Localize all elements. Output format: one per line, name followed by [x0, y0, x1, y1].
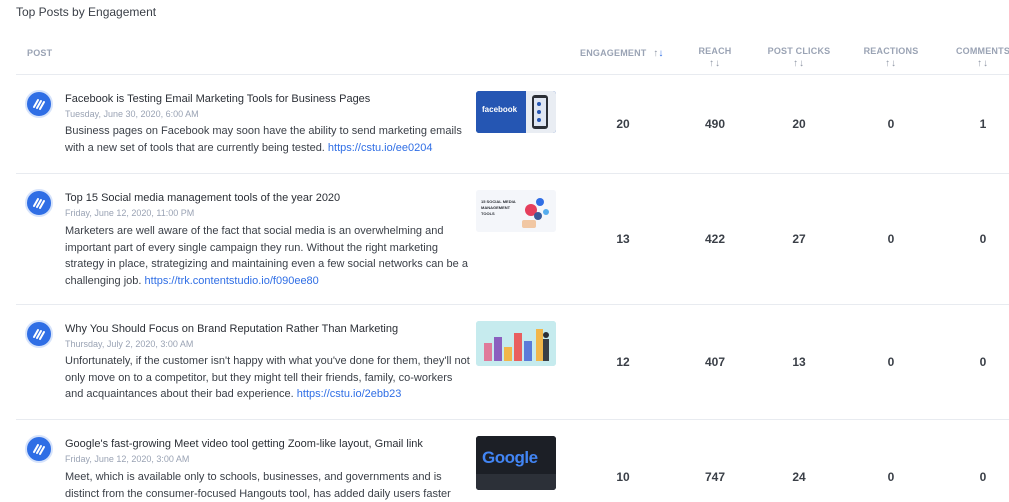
reactions-value: 0 [887, 355, 895, 369]
reach-value: 407 [704, 355, 726, 369]
column-header-comments[interactable]: COMMENTS ↑↓ [954, 46, 1009, 69]
post-title[interactable]: Google's fast-growing Meet video tool ge… [65, 438, 423, 450]
table-row[interactable]: Top 15 Social media management tools of … [0, 174, 1009, 304]
post-thumbnail[interactable] [476, 321, 556, 366]
column-header-reactions[interactable]: REACTIONS ↑↓ [862, 46, 920, 69]
post-thumbnail[interactable]: Google [476, 436, 556, 490]
post-clicks-value: 20 [792, 117, 806, 131]
post-link[interactable]: https://trk.contentstudio.io/f090ee80 [145, 275, 319, 287]
comments-value: 1 [979, 117, 987, 131]
column-header-engagement[interactable]: ENGAGEMENT ↑↓ [580, 48, 664, 59]
engagement-value: 20 [616, 117, 630, 131]
post-body-text: Unfortunately, if the customer isn't hap… [65, 355, 470, 400]
reach-value: 747 [704, 470, 726, 484]
engagement-value: 12 [616, 355, 630, 369]
contentstudio-logo-icon [25, 90, 53, 118]
post-thumbnail[interactable]: 15 SOCIAL MEDIA MANAGEMENT TOOLS [476, 190, 556, 232]
post-link[interactable]: https://cstu.io/ee0204 [328, 142, 433, 154]
post-clicks-value: 13 [792, 355, 806, 369]
comments-value: 0 [979, 470, 987, 484]
sort-arrows-icon[interactable]: ↑↓ [862, 58, 920, 69]
post-title[interactable]: Top 15 Social media management tools of … [65, 192, 340, 204]
sort-arrows-icon[interactable]: ↑↓ [690, 58, 740, 69]
reactions-value: 0 [887, 117, 895, 131]
comments-value: 0 [979, 355, 987, 369]
column-header-reactions-label: REACTIONS [863, 46, 919, 56]
post-clicks-value: 27 [792, 232, 806, 246]
column-header-post-clicks-label: POST CLICKS [767, 46, 831, 56]
reach-value: 490 [704, 117, 726, 131]
thumbnail-text: facebook [482, 105, 518, 114]
post-title[interactable]: Why You Should Focus on Brand Reputation… [65, 323, 398, 335]
post-body: Business pages on Facebook may soon have… [65, 123, 470, 156]
contentstudio-logo-icon [25, 320, 53, 348]
post-date: Tuesday, June 30, 2020, 6:00 AM [65, 109, 199, 119]
post-link[interactable]: https://cstu.io/2ebb23 [297, 388, 402, 400]
column-header-post: POST [27, 48, 53, 58]
column-header-reach-label: REACH [698, 46, 732, 56]
column-header-reach[interactable]: REACH ↑↓ [690, 46, 740, 69]
table-row[interactable]: Why You Should Focus on Brand Reputation… [0, 305, 1009, 419]
reach-value: 422 [704, 232, 726, 246]
post-body: Meet, which is available only to schools… [65, 469, 470, 502]
sort-arrows-icon[interactable]: ↑↓ [954, 58, 1009, 69]
reactions-value: 0 [887, 232, 895, 246]
contentstudio-logo-icon [25, 189, 53, 217]
thumbnail-text: 15 SOCIAL MEDIA MANAGEMENT TOOLS [481, 199, 516, 216]
post-title[interactable]: Facebook is Testing Email Marketing Tool… [65, 93, 370, 105]
table-row[interactable]: Facebook is Testing Email Marketing Tool… [0, 75, 1009, 172]
engagement-value: 10 [616, 470, 630, 484]
post-thumbnail[interactable]: facebook [476, 91, 556, 133]
page-title: Top Posts by Engagement [16, 5, 157, 19]
contentstudio-logo-icon [25, 435, 53, 463]
comments-value: 0 [979, 232, 987, 246]
sort-arrows-icon[interactable]: ↑↓ [653, 48, 663, 59]
post-date: Friday, June 12, 2020, 11:00 PM [65, 208, 195, 218]
post-body: Marketers are well aware of the fact tha… [65, 223, 470, 289]
post-body: Unfortunately, if the customer isn't hap… [65, 353, 470, 403]
thumbnail-text: Google [482, 448, 538, 467]
table-row[interactable]: Google's fast-growing Meet video tool ge… [0, 420, 1009, 500]
post-body-text: Meet, which is available only to schools… [65, 471, 451, 500]
post-date: Thursday, July 2, 2020, 3:00 AM [65, 339, 194, 349]
reactions-value: 0 [887, 470, 895, 484]
sort-arrows-icon[interactable]: ↑↓ [764, 58, 834, 69]
column-header-engagement-label: ENGAGEMENT [580, 48, 647, 58]
post-date: Friday, June 12, 2020, 3:00 AM [65, 454, 190, 464]
post-clicks-value: 24 [792, 470, 806, 484]
column-header-comments-label: COMMENTS [955, 46, 1009, 56]
column-header-post-clicks[interactable]: POST CLICKS ↑↓ [764, 46, 834, 69]
engagement-value: 13 [616, 232, 630, 246]
